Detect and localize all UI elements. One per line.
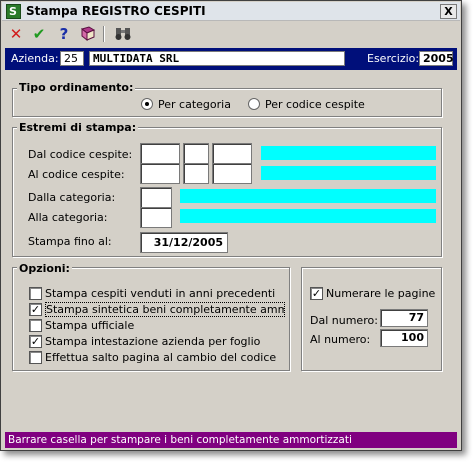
radio-per-categoria-label[interactable]: Per categoria	[158, 98, 231, 111]
dalla-categoria-label: Dalla categoria:	[28, 191, 116, 204]
opzione-intestazione-label[interactable]: Stampa intestazione azienda per foglio	[45, 335, 260, 348]
dal-numero-field[interactable]: 77	[380, 309, 428, 327]
alla-categoria-field[interactable]	[140, 207, 172, 228]
stampa-fino-field[interactable]: 31/12/2005	[140, 232, 228, 253]
opzione-sintetica-checkbox[interactable]: ✓	[29, 303, 42, 316]
opzione-venduti-label[interactable]: Stampa cespiti venduti in anni precedent…	[45, 287, 275, 300]
opzione-ufficiale-label[interactable]: Stampa ufficiale	[45, 319, 134, 332]
azienda-code: 25	[60, 51, 84, 66]
question-icon[interactable]: ?	[54, 24, 74, 44]
ordinamento-title: Tipo ordinamento:	[17, 81, 136, 94]
alla-categoria-label: Alla categoria:	[28, 211, 108, 224]
al-codice-label: Al codice cespite:	[28, 168, 125, 181]
esercizio-value: 2005	[419, 51, 454, 66]
status-bar: Barrare casella per stampare i beni comp…	[5, 432, 457, 448]
company-info-bar: Azienda: 25 MULTIDATA SRL Esercizio: 200…	[5, 48, 457, 70]
radio-per-categoria[interactable]	[141, 98, 153, 110]
opzione-salto-label[interactable]: Effettua salto pagina al cambio del codi…	[45, 351, 276, 364]
x-icon[interactable]: ✕	[6, 24, 26, 44]
radio-per-codice-label[interactable]: Per codice cespite	[265, 98, 365, 111]
alla-categoria-description	[180, 209, 436, 223]
app-icon: S	[6, 4, 21, 19]
book-icon[interactable]	[80, 26, 96, 42]
numerare-pagine-label[interactable]: Numerare le pagine	[326, 287, 435, 300]
dalla-categoria-description	[180, 189, 436, 203]
azienda-name: MULTIDATA SRL	[89, 51, 345, 66]
dialog-window: S Stampa REGISTRO CESPITI X ✕ ✔ ? Aziend…	[0, 0, 462, 451]
al-numero-label: Al numero:	[310, 333, 371, 346]
toolbar-separator	[103, 26, 105, 42]
azienda-label: Azienda:	[11, 52, 59, 65]
al-codice-description	[261, 166, 436, 180]
al-codice-field-3[interactable]	[212, 163, 252, 184]
dalla-categoria-field[interactable]	[140, 187, 172, 208]
dal-codice-field-1[interactable]	[140, 143, 180, 164]
dal-numero-label: Dal numero:	[310, 314, 378, 327]
opzione-sintetica-label[interactable]: Stampa sintetica beni completamente ammo…	[45, 302, 285, 317]
check-icon[interactable]: ✔	[29, 24, 49, 44]
numerare-pagine-checkbox[interactable]: ✓	[310, 287, 323, 300]
opzione-ufficiale-checkbox[interactable]	[29, 319, 42, 332]
esercizio-label: Esercizio:	[367, 52, 420, 65]
window-title: Stampa REGISTRO CESPITI	[26, 4, 206, 18]
dal-codice-label: Dal codice cespite:	[28, 148, 133, 161]
opzione-salto-checkbox[interactable]	[29, 351, 42, 364]
opzione-venduti-checkbox[interactable]	[29, 287, 42, 300]
estremi-title: Estremi di stampa:	[17, 121, 139, 134]
dal-codice-field-2[interactable]	[183, 143, 209, 164]
stampa-fino-label: Stampa fino al:	[28, 235, 112, 248]
radio-per-codice[interactable]	[248, 98, 260, 110]
al-numero-field[interactable]: 100	[380, 329, 428, 347]
al-codice-field-1[interactable]	[140, 163, 180, 184]
dal-codice-description	[261, 146, 436, 160]
binoculars-icon[interactable]	[114, 26, 132, 41]
opzioni-title: Opzioni:	[17, 262, 72, 275]
dal-codice-field-3[interactable]	[212, 143, 252, 164]
close-button[interactable]: X	[440, 4, 457, 19]
al-codice-field-2[interactable]	[183, 163, 209, 184]
opzione-intestazione-checkbox[interactable]: ✓	[29, 335, 42, 348]
title-bar[interactable]: S Stampa REGISTRO CESPITI X	[2, 2, 460, 21]
toolbar: ✕ ✔ ?	[2, 22, 460, 46]
